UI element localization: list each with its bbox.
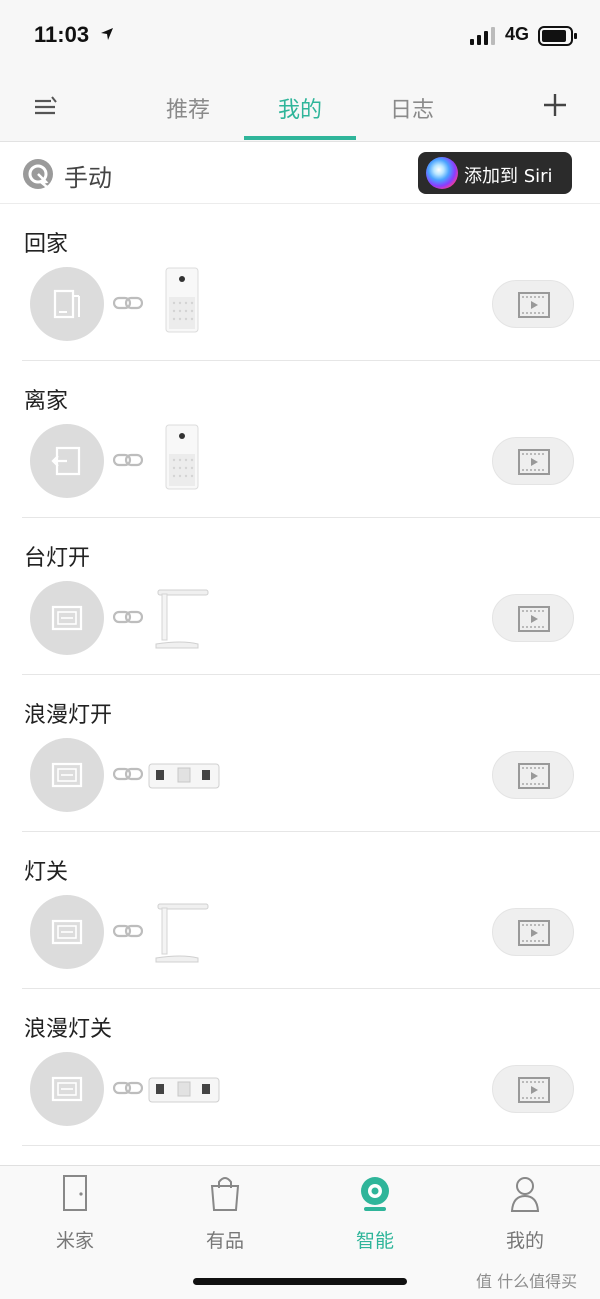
power-strip-icon bbox=[148, 1077, 220, 1103]
play-scene-icon bbox=[518, 1077, 550, 1103]
manual-run-icon bbox=[51, 1076, 83, 1102]
home-indicator bbox=[193, 1278, 407, 1285]
top-nav: 推荐 我的 日志 bbox=[0, 78, 600, 142]
scene-row[interactable]: 浪漫灯关 bbox=[0, 989, 600, 1146]
scene-row[interactable]: 灯关 bbox=[0, 832, 600, 989]
scene-name: 回家 bbox=[24, 232, 69, 257]
power-strip-icon bbox=[148, 763, 220, 789]
scene-name: 浪漫灯关 bbox=[24, 1017, 113, 1042]
run-scene-button[interactable] bbox=[492, 1065, 574, 1113]
play-scene-icon bbox=[518, 763, 550, 789]
section-header: 手动 添加到 Siri bbox=[0, 142, 600, 204]
siri-button-label: 添加到 Siri bbox=[464, 166, 553, 187]
tab-mine[interactable]: 我的 bbox=[250, 92, 350, 124]
scene-condition[interactable] bbox=[30, 738, 104, 812]
active-tab-indicator bbox=[244, 136, 356, 140]
bottom-tab-home[interactable]: 米家 bbox=[25, 1174, 125, 1254]
manual-run-icon bbox=[51, 762, 83, 788]
air-purifier-icon bbox=[165, 424, 199, 490]
play-scene-icon bbox=[518, 606, 550, 632]
scene-name: 浪漫灯开 bbox=[24, 703, 113, 728]
status-bar: 11:03 4G bbox=[0, 0, 600, 78]
add-icon[interactable] bbox=[540, 90, 570, 120]
manual-run-icon bbox=[51, 919, 83, 945]
door-enter-icon bbox=[53, 289, 80, 319]
scene-name: 灯关 bbox=[24, 860, 69, 885]
add-to-siri-button[interactable]: 添加到 Siri bbox=[418, 152, 572, 194]
location-arrow-icon bbox=[101, 28, 113, 40]
battery-icon bbox=[538, 26, 577, 46]
desk-lamp-icon bbox=[155, 589, 209, 649]
scene-condition[interactable] bbox=[30, 895, 104, 969]
scene-row[interactable]: 回家 bbox=[0, 204, 600, 361]
door-icon bbox=[63, 1175, 87, 1211]
row-divider bbox=[22, 1145, 600, 1146]
link-icon bbox=[113, 296, 143, 310]
play-scene-icon bbox=[518, 920, 550, 946]
bottom-tab-label: 我的 bbox=[505, 1230, 544, 1252]
tab-log[interactable]: 日志 bbox=[362, 92, 462, 124]
play-scene-icon bbox=[518, 449, 550, 475]
manual-run-icon bbox=[51, 605, 83, 631]
link-icon bbox=[113, 1081, 143, 1095]
play-scene-icon bbox=[518, 292, 550, 318]
tab-recommend[interactable]: 推荐 bbox=[138, 92, 238, 124]
run-scene-button[interactable] bbox=[492, 594, 574, 642]
run-scene-button[interactable] bbox=[492, 280, 574, 328]
scene-row[interactable]: 台灯开 bbox=[0, 518, 600, 675]
link-icon bbox=[113, 610, 143, 624]
watermark: 值 什么值得买 bbox=[476, 1272, 578, 1291]
menu-icon[interactable] bbox=[30, 92, 60, 122]
scene-row[interactable]: 离家 bbox=[0, 361, 600, 518]
bottom-tab-smart[interactable]: 智能 bbox=[325, 1174, 425, 1254]
scene-name: 台灯开 bbox=[24, 546, 91, 571]
bottom-tab-shop[interactable]: 有品 bbox=[175, 1174, 275, 1254]
scene-condition[interactable] bbox=[30, 1052, 104, 1126]
air-purifier-icon bbox=[165, 267, 199, 333]
bottom-tab-profile[interactable]: 我的 bbox=[475, 1174, 575, 1254]
scene-condition[interactable] bbox=[30, 581, 104, 655]
scene-condition[interactable] bbox=[30, 267, 104, 341]
bottom-tab-label: 米家 bbox=[55, 1230, 94, 1252]
link-icon bbox=[113, 767, 143, 781]
scene-row[interactable]: 浪漫灯开 bbox=[0, 675, 600, 832]
shopping-bag-icon bbox=[210, 1177, 240, 1211]
profile-icon bbox=[510, 1177, 540, 1212]
link-icon bbox=[113, 924, 143, 938]
siri-icon bbox=[426, 157, 458, 189]
run-scene-button[interactable] bbox=[492, 751, 574, 799]
signal-icon bbox=[470, 27, 495, 45]
desk-lamp-icon bbox=[155, 903, 209, 963]
run-scene-button[interactable] bbox=[492, 437, 574, 485]
network-type: 4G bbox=[505, 24, 530, 44]
smart-camera-icon bbox=[361, 1177, 389, 1211]
bottom-tab-label: 有品 bbox=[205, 1230, 244, 1252]
section-title: 手动 bbox=[64, 164, 112, 192]
manual-scene-icon bbox=[23, 159, 53, 189]
status-time: 11:03 bbox=[34, 22, 90, 47]
link-icon bbox=[113, 453, 143, 467]
run-scene-button[interactable] bbox=[492, 908, 574, 956]
scene-condition[interactable] bbox=[30, 424, 104, 498]
door-exit-icon bbox=[51, 446, 81, 476]
bottom-tab-label: 智能 bbox=[355, 1230, 394, 1252]
bottom-tab-bar: 米家 有品 智能 我的 值 什么值得买 bbox=[0, 1165, 600, 1299]
scene-name: 离家 bbox=[24, 389, 69, 414]
